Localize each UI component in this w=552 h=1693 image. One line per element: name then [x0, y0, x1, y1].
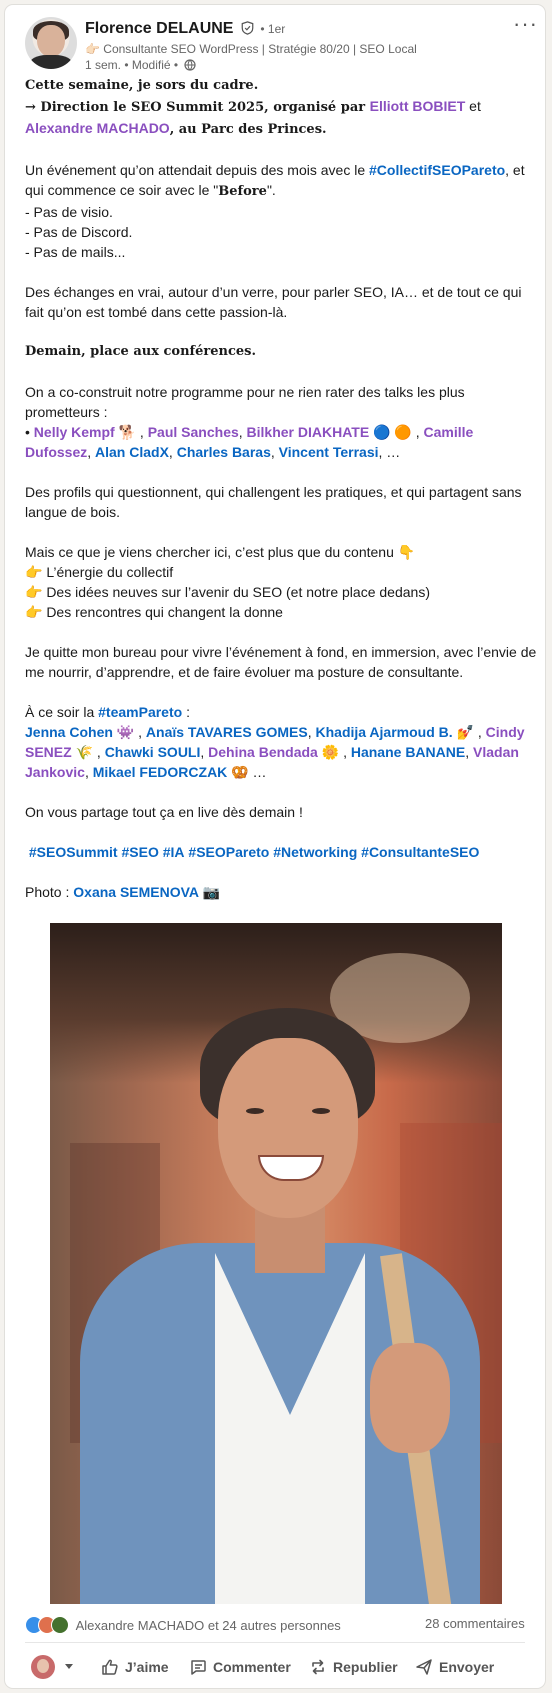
hashtag[interactable]: #SEOSummit [29, 844, 118, 860]
mention-speaker[interactable]: Charles Baras [177, 444, 271, 460]
list-item: - Pas de visio. [25, 204, 113, 220]
reactions-summary[interactable]: Alexandre MACHADO et 24 autres personnes [25, 1616, 341, 1634]
post-text: Cette semaine, je sors du cadre. → Direc… [25, 76, 537, 902]
post-card: Florence DELAUNE • 1er 👉🏻 Consultante SE… [5, 5, 545, 1688]
send-button[interactable]: Envoyer [415, 1652, 494, 1682]
mention-elliott-bobiet[interactable]: Elliott BOBIET [370, 98, 466, 114]
paragraph-live: On vous partage tout ça en live dès dema… [25, 804, 303, 820]
connection-degree: • 1er [260, 22, 286, 36]
comment-button[interactable]: Commenter [189, 1652, 291, 1682]
paragraph-looking-for: Mais ce que je viens chercher ici, c’est… [25, 544, 416, 560]
mention-team[interactable]: Anaïs TAVARES GOMES [146, 724, 308, 740]
hashtag[interactable]: #IA [163, 844, 185, 860]
comments-count[interactable]: 28 commentaires [425, 1616, 525, 1631]
thumbs-up-icon [102, 1659, 118, 1675]
paragraph-office: Je quitte mon bureau pour vivre l’événem… [25, 644, 537, 680]
photo-credit-line: Photo : Oxana SEMENOVA 📷 [25, 884, 221, 900]
author-name[interactable]: Florence DELAUNE [85, 20, 233, 37]
mention-team[interactable]: Jenna Cohen [25, 724, 113, 740]
hashtags-line: #SEOSummit #SEO #IA #SEOPareto #Networki… [25, 842, 537, 862]
mention-speaker[interactable]: Paul Sanches [148, 424, 239, 440]
action-bar: J’aime Commenter Republier Envoyer [5, 1652, 545, 1682]
mention-speaker[interactable]: Vincent Terrasi [279, 444, 379, 460]
hashtag-teampareto[interactable]: #teamPareto [98, 704, 182, 720]
more-options-icon[interactable]: ··· [513, 13, 538, 35]
author-name-row[interactable]: Florence DELAUNE • 1er [85, 20, 285, 38]
hashtag[interactable]: #Networking [273, 844, 357, 860]
mention-alexandre-machado[interactable]: Alexandre MACHADO [25, 120, 170, 136]
verified-shield-icon [241, 21, 254, 35]
paragraph-event: Un événement qu’on attendait depuis des … [25, 162, 525, 199]
list-item: - Pas de mails... [25, 244, 126, 260]
team-line: Jenna Cohen 👾 , Anaïs TAVARES GOMES, Kha… [25, 724, 525, 780]
bullet-item: 👉 Des idées neuves sur l’avenir du SEO (… [25, 584, 430, 600]
send-icon [416, 1659, 432, 1675]
mention-team[interactable]: Mikael FEDORCZAK [93, 764, 228, 780]
mention-speaker[interactable]: Bilkher DIAKHATE [247, 424, 370, 440]
paragraph-profiles: Des profils qui questionnent, qui challe… [25, 484, 522, 520]
mention-speaker[interactable]: Alan CladX [95, 444, 169, 460]
repost-icon [312, 1659, 324, 1675]
post-meta: 1 sem. • Modifié • [85, 58, 197, 72]
team-intro: À ce soir la #teamPareto : [25, 704, 190, 720]
post-photo[interactable] [50, 923, 502, 1604]
mention-photographer[interactable]: Oxana SEMENOVA [73, 884, 199, 900]
author-avatar[interactable] [25, 17, 77, 69]
comment-icon [191, 1660, 206, 1675]
mention-team[interactable]: Dehina Bendada [208, 744, 318, 760]
like-button[interactable]: J’aime [101, 1652, 169, 1682]
paragraph-exchanges: Des échanges en vrai, autour d’un verre,… [25, 284, 522, 320]
intro-line: Cette semaine, je sors du cadre. [25, 78, 259, 93]
hashtag-collectif[interactable]: #CollectifSEOPareto [369, 162, 505, 178]
reaction-names[interactable]: Alexandre MACHADO et 24 autres personnes [76, 1618, 341, 1633]
post-timestamp: 1 sem. • Modifié • [85, 58, 179, 72]
repost-button[interactable]: Republier [309, 1652, 398, 1682]
celebrate-reaction-icon [51, 1616, 69, 1634]
paragraph-program: On a co-construit notre programme pour n… [25, 384, 465, 420]
speakers-line: • Nelly Kempf 🐕 , Paul Sanches, Bilkher … [25, 424, 474, 460]
mention-team[interactable]: Khadija Ajarmoud B. [316, 724, 453, 740]
event-line: → Direction le SEO Summit 2025, organisé… [25, 98, 481, 137]
divider [25, 1642, 525, 1643]
mention-team[interactable]: Hanane BANANE [351, 744, 465, 760]
mention-team[interactable]: Chawki SOULI [105, 744, 201, 760]
bullet-item: 👉 L’énergie du collectif [25, 564, 174, 580]
mention-speaker[interactable]: Nelly Kempf [34, 424, 115, 440]
hashtag[interactable]: #ConsultanteSEO [361, 844, 479, 860]
author-headline: 👉🏻 Consultante SEO WordPress | Stratégie… [85, 42, 417, 56]
bullet-item: 👉 Des rencontres qui changent la donne [25, 604, 283, 620]
list-item: - Pas de Discord. [25, 224, 133, 240]
paragraph-tomorrow: Demain, place aux conférences. [25, 344, 256, 359]
hashtag[interactable]: #SEOPareto [188, 844, 269, 860]
globe-icon [184, 59, 197, 71]
hashtag[interactable]: #SEO [121, 844, 158, 860]
